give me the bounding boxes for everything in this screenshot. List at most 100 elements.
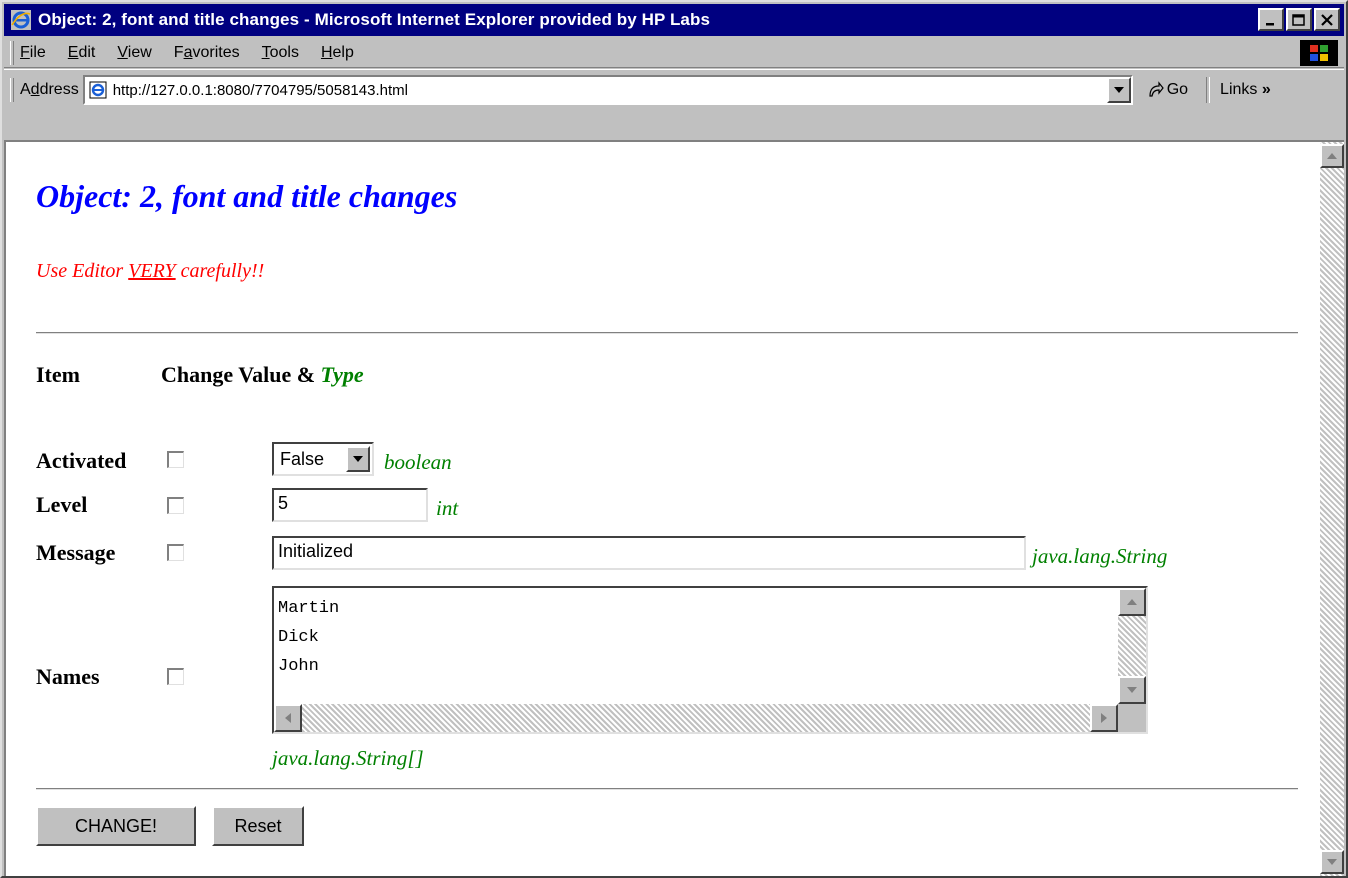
minimize-icon [1266,22,1274,25]
message-input[interactable]: Initialized [272,536,1026,570]
type-activated: boolean [384,450,452,474]
row-label-names: Names [36,664,100,689]
address-label-pre: A [20,81,31,98]
reset-button[interactable]: Reset [212,806,304,846]
menu-tools-label: ools [269,43,299,61]
page-scroll-down-button[interactable] [1320,850,1344,874]
address-label-rest: dress [39,81,79,98]
divider-top [36,332,1298,334]
links-separator [1206,77,1211,103]
page-icon [89,81,107,99]
menu-edit[interactable]: Edit [68,44,96,62]
column-header-type: Type [320,362,364,387]
menu-help-label: elp [332,43,354,61]
chevron-down-icon [1113,87,1124,93]
message-change-checkbox[interactable] [167,544,184,561]
maximize-icon [1292,13,1305,26]
arrow-up-icon [1127,599,1137,605]
activated-select-dropdown[interactable] [346,446,370,472]
column-header-item: Item [36,362,80,387]
menu-favorites[interactable]: Favorites [174,44,240,62]
menu-tools[interactable]: Tools [262,44,299,62]
toolbar-grip[interactable] [10,40,14,65]
window-title: Object: 2, font and title changes - Micr… [38,10,711,29]
menu-view-mnemonic: V [117,43,128,61]
activated-select[interactable]: False [272,442,374,476]
menu-view-label: iew [127,43,152,61]
menu-view[interactable]: View [117,44,151,62]
names-scroll-up-button[interactable] [1118,588,1146,616]
menu-help[interactable]: Help [321,44,354,62]
column-header-change: Change Value & Type [161,362,364,388]
chevron-down-icon [353,456,363,462]
divider-bottom [36,788,1298,790]
windows-logo-icon [1300,40,1338,66]
column-header-change-label: Change Value & [161,362,321,387]
row-label-level: Level [36,492,88,517]
arrow-right-icon [1101,713,1107,723]
row-label-activated: Activated [36,448,127,473]
page-viewport: Object: 2, font and title changes Use Ed… [4,140,1344,876]
page-heading: Object: 2, font and title changes [36,178,458,214]
menu-edit-label: dit [78,43,96,61]
menu-edit-mnemonic: E [67,43,79,61]
go-label: Go [1166,81,1189,98]
page-body: Object: 2, font and title changes Use Ed… [36,142,1298,876]
names-line: Martin [278,599,340,618]
menu-file-label: ile [29,43,46,61]
change-button[interactable]: CHANGE! [36,806,196,846]
title-bar[interactable]: Object: 2, font and title changes - Micr… [4,4,1344,36]
minimize-button[interactable] [1258,8,1284,31]
page-vertical-scrollbar[interactable] [1320,142,1344,876]
menu-favorites-pre: F [173,43,184,61]
page-scroll-up-button[interactable] [1320,144,1344,168]
menu-help-mnemonic: H [320,43,333,61]
level-input[interactable]: 5 [272,488,428,522]
maximize-button[interactable] [1286,8,1312,31]
type-names: java.lang.String[] [272,746,424,770]
internet-explorer-icon [11,10,31,30]
names-textarea[interactable]: Martin Dick John [272,586,1148,734]
arrow-down-icon [1127,687,1137,693]
go-button[interactable]: Go [1147,81,1188,99]
menu-tools-mnemonic: T [261,43,270,61]
names-line: John [278,657,319,676]
names-line: Dick [278,628,319,647]
address-url: http://127.0.0.1:8080/7704795/5058143.ht… [112,81,408,99]
address-bar: Address http://127.0.0.1:8080/7704795/50… [4,69,1344,139]
go-arrow-icon [1149,81,1164,97]
menu-file[interactable]: File [20,44,46,62]
row-label-message: Message [36,540,116,565]
links-button[interactable]: Links » [1220,81,1271,99]
address-label: Address [20,81,79,99]
names-scroll-down-button[interactable] [1118,676,1146,704]
names-change-checkbox[interactable] [167,668,184,685]
names-scroll-left-button[interactable] [274,704,302,732]
address-input[interactable]: http://127.0.0.1:8080/7704795/5058143.ht… [82,75,1133,105]
menu-file-mnemonic: F [20,43,30,61]
type-message: java.lang.String [1032,544,1168,568]
warning-post: carefully!! [175,260,265,282]
names-lines: Martin Dick John [278,594,339,681]
arrow-left-icon [285,713,291,723]
warning-pre: Use Editor [36,260,129,282]
names-horizontal-scrollbar[interactable] [274,704,1118,732]
activated-select-value: False [280,448,325,469]
address-dropdown-button[interactable] [1106,77,1131,103]
close-button[interactable] [1314,8,1340,31]
browser-window: Object: 2, font and title changes - Micr… [0,0,1348,878]
names-scroll-right-button[interactable] [1090,704,1118,732]
names-vertical-scrollbar[interactable] [1118,588,1146,704]
warning-emphasis: VERY [128,260,176,282]
names-scroll-corner [1118,704,1146,732]
arrow-up-icon [1327,153,1337,159]
address-grip[interactable] [10,78,14,102]
links-label: Links [1220,81,1258,98]
type-level: int [436,496,459,520]
warning-text: Use Editor VERY carefully!! [36,260,264,283]
activated-change-checkbox[interactable] [167,451,184,468]
arrow-down-icon [1327,859,1337,865]
close-icon [1321,13,1333,26]
level-change-checkbox[interactable] [167,497,184,514]
menu-favorites-label: vorites [192,43,240,61]
